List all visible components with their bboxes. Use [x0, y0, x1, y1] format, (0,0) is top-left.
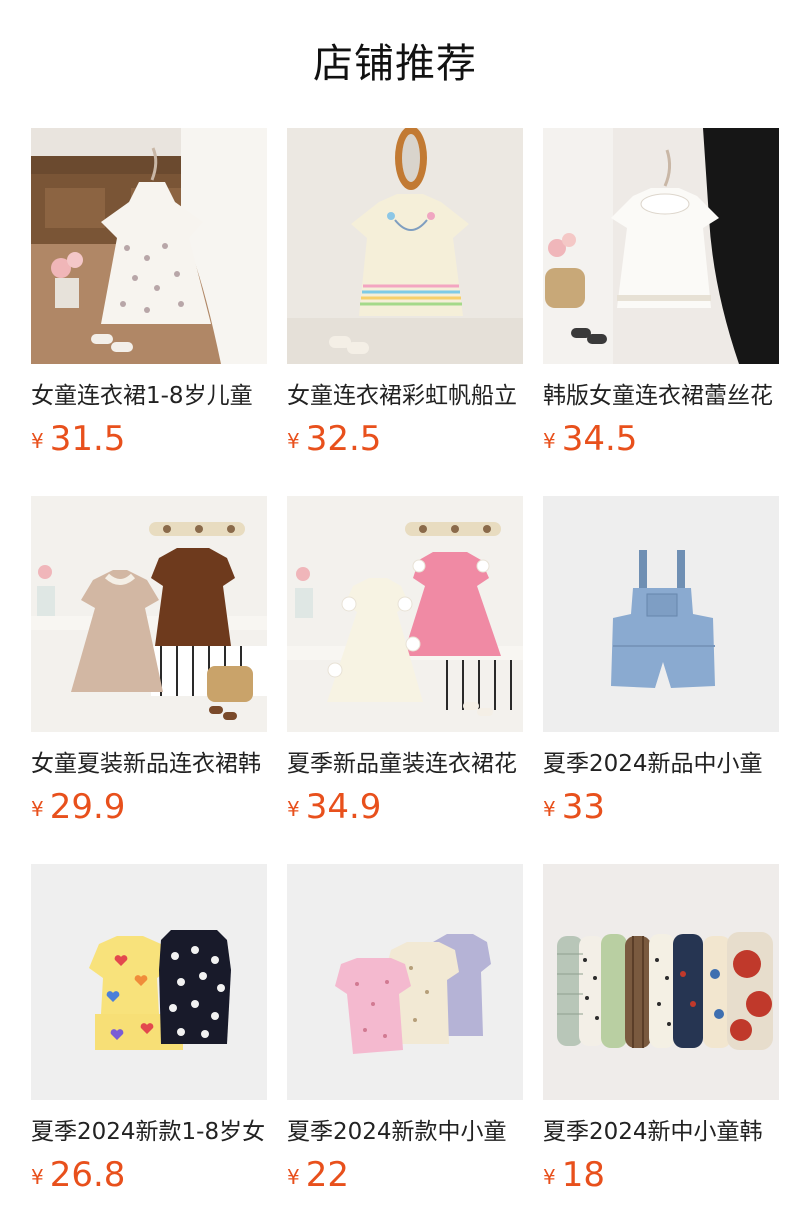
- product-card[interactable]: 女童连衣裙1-8岁儿童 ¥31.5: [31, 128, 267, 496]
- denim-overalls-photo[interactable]: [543, 496, 779, 732]
- product-name: 夏季新品童装连衣裙花: [287, 751, 517, 777]
- product-card[interactable]: 夏季2024新款中小童 ¥22: [287, 864, 523, 1232]
- product-card[interactable]: 夏季2024新款1-8岁女 ¥26.8: [31, 864, 267, 1232]
- currency-symbol: ¥: [287, 429, 300, 453]
- price-value: 33: [561, 787, 605, 827]
- product-image: [287, 864, 523, 1100]
- product-card[interactable]: 女童连衣裙彩虹帆船立 ¥32.5: [287, 128, 523, 496]
- product-image: [287, 128, 523, 364]
- product-card[interactable]: 韩版女童连衣裙蕾丝花 ¥34.5: [543, 128, 779, 496]
- price-value: 32.5: [305, 419, 382, 459]
- product-price: ¥33: [543, 787, 779, 827]
- product-name: 女童连衣裙1-8岁儿童: [31, 383, 253, 409]
- flower-dresses-photo[interactable]: [287, 496, 523, 732]
- product-price: ¥31.5: [31, 419, 267, 459]
- heart-dot-sets-photo[interactable]: [31, 864, 267, 1100]
- shop-recommendations-page: 店铺推荐 女童连衣裙1-8岁儿童 ¥ 31.5 女童连衣裙彩虹帆船立 ¥ 32.…: [0, 0, 790, 1232]
- pants-row-photo[interactable]: [543, 864, 779, 1100]
- product-price: ¥29.9: [31, 787, 267, 827]
- two-dresses-photo[interactable]: [31, 496, 267, 732]
- product-image: [31, 496, 267, 732]
- product-price: ¥32.5: [287, 419, 523, 459]
- currency-symbol: ¥: [31, 429, 44, 453]
- product-name: 夏季2024新款1-8岁女: [31, 1119, 266, 1145]
- product-image: [543, 128, 779, 364]
- floral-dress-photo[interactable]: [31, 128, 267, 364]
- product-price: ¥34.9: [287, 787, 523, 827]
- product-image: [287, 496, 523, 732]
- currency-symbol: ¥: [543, 1165, 556, 1189]
- rainbow-dress-photo[interactable]: [287, 128, 523, 364]
- price-value: 34.5: [561, 419, 638, 459]
- product-image: [543, 496, 779, 732]
- price-value: 34.9: [305, 787, 382, 827]
- product-name: 女童夏装新品连衣裙韩: [31, 751, 261, 777]
- currency-symbol: ¥: [31, 797, 44, 821]
- lace-dress-photo[interactable]: [543, 128, 779, 364]
- product-card[interactable]: 夏季新品童装连衣裙花 ¥34.9: [287, 496, 523, 864]
- currency-symbol: ¥: [287, 1165, 300, 1189]
- currency-symbol: ¥: [543, 797, 556, 821]
- product-card[interactable]: 夏季2024新品中小童 ¥33: [543, 496, 779, 864]
- product-image: [31, 128, 267, 364]
- product-name: 夏季2024新品中小童: [543, 751, 763, 777]
- product-card[interactable]: 女童夏装新品连衣裙韩 ¥29.9: [31, 496, 267, 864]
- product-image: [543, 864, 779, 1100]
- price-value: 31.5: [49, 419, 126, 459]
- product-card[interactable]: 夏季2024新中小童韩 ¥18: [543, 864, 779, 1232]
- product-price: ¥34.5: [543, 419, 779, 459]
- currency-symbol: ¥: [31, 1165, 44, 1189]
- price-value: 26.8: [49, 1155, 126, 1195]
- currency-symbol: ¥: [543, 429, 556, 453]
- product-name: 夏季2024新款中小童: [287, 1119, 507, 1145]
- product-grid: 女童连衣裙1-8岁儿童 ¥31.5 女童连衣裙彩虹帆船立 ¥ 32.5 韩版女童…: [31, 128, 779, 1232]
- page-title: 店铺推荐: [313, 41, 477, 87]
- product-image: [31, 864, 267, 1100]
- currency-symbol: ¥: [287, 797, 300, 821]
- pastel-sets-photo[interactable]: [287, 864, 523, 1100]
- product-price: ¥22: [287, 1155, 523, 1195]
- product-name: 夏季2024新中小童韩: [543, 1119, 763, 1145]
- price-value: 18: [561, 1155, 605, 1195]
- price-value: 22: [305, 1155, 349, 1195]
- product-name: 女童连衣裙彩虹帆船立: [287, 383, 517, 409]
- product-price: ¥18: [543, 1155, 779, 1195]
- product-price: ¥26.8: [31, 1155, 267, 1195]
- product-name: 韩版女童连衣裙蕾丝花: [543, 383, 773, 409]
- price-value: 29.9: [49, 787, 126, 827]
